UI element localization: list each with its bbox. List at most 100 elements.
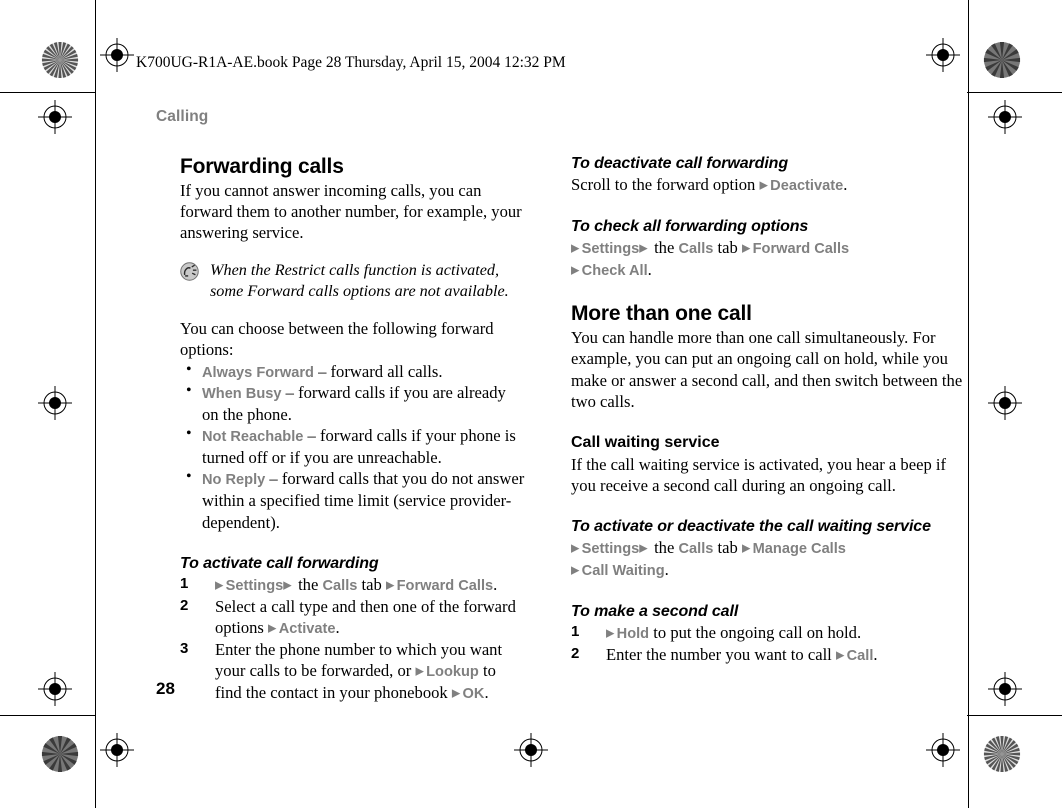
bullet-icon: • — [186, 360, 192, 378]
ui-term: Settings — [581, 541, 640, 558]
task-heading-activate-call-forwarding: To activate call forwarding — [180, 554, 379, 572]
arrow-icon: ▶ — [571, 542, 582, 555]
bullet-icon: • — [186, 468, 192, 486]
ui-term: OK — [462, 685, 485, 702]
more-than-one-call-intro: You can handle more than one call simult… — [571, 327, 963, 411]
step-text: Select a call type and then one of the f… — [215, 597, 516, 637]
arrow-icon: ▶ — [741, 542, 753, 555]
note-restrict-calls: When the Restrict calls function is acti… — [180, 260, 525, 301]
ui-term: Call Waiting — [581, 563, 665, 580]
text-run: the — [293, 574, 323, 594]
ui-term: Lookup — [426, 664, 479, 681]
right-column: To deactivate call forwarding Scroll to … — [571, 155, 963, 665]
step-number: 3 — [180, 639, 189, 657]
ui-term: Settings — [225, 577, 284, 594]
ui-term: Calls — [322, 577, 358, 594]
step-number: 1 — [571, 622, 580, 640]
ui-term: Deactivate — [770, 178, 844, 195]
steps-activate-call-forwarding: 1 ▶ Settings▶ the Calls tab ▶ Forward Ca… — [180, 574, 525, 704]
bullet-icon: • — [186, 382, 192, 400]
step-text: Enter the phone number to which you want… — [215, 640, 502, 702]
arrow-icon: ▶ — [639, 242, 650, 255]
arrow-icon: ▶ — [571, 564, 582, 577]
task-heading-check-all-forwarding-options: To check all forwarding options — [571, 217, 809, 235]
list-item: • Not Reachable – forward calls if your … — [180, 425, 525, 468]
task-heading-activate-deactivate-call-waiting: To activate or deactivate the call waiti… — [571, 518, 931, 536]
bullet-icon: • — [186, 425, 192, 443]
ui-term: Calls — [678, 541, 714, 558]
list-item: • When Busy – forward calls if you are a… — [180, 382, 525, 425]
deactivate-instruction: Scroll to the forward option ▶ Deactivat… — [571, 174, 963, 196]
text-run: . — [664, 560, 669, 580]
list-item: • Always Forward – forward all calls. — [180, 361, 525, 383]
steps-make-a-second-call: 1 ▶ Hold to put the ongoing call on hold… — [571, 622, 963, 666]
document-page: K700UG-R1A-AE.book Page 28 Thursday, Apr… — [0, 0, 1062, 808]
section-heading-forwarding-calls: Forwarding calls — [180, 155, 344, 178]
subsection-heading-call-waiting-service: Call waiting service — [571, 434, 720, 452]
text-run: the — [649, 538, 679, 558]
forwarding-calls-intro: If you cannot answer incoming calls, you… — [180, 180, 522, 243]
text-run: Select a call type and then one of the f… — [215, 596, 516, 637]
step-number: 2 — [571, 644, 580, 662]
text-run: . — [843, 175, 848, 195]
left-column: Forwarding calls If you cannot answer in… — [180, 155, 525, 704]
arrow-icon: ▶ — [385, 579, 397, 592]
option-term: Always Forward — [202, 364, 314, 381]
arrow-icon: ▶ — [415, 665, 427, 678]
ui-term: Call — [846, 647, 874, 664]
list-item: 2 Select a call type and then one of the… — [180, 596, 525, 639]
call-waiting-service-intro: If the call waiting service is activated… — [571, 454, 947, 495]
option-desc: – forward all calls. — [318, 361, 443, 381]
option-term: Not Reachable — [202, 429, 304, 446]
text-run: Scroll to the forward option — [571, 175, 760, 195]
task-heading-make-a-second-call: To make a second call — [571, 602, 739, 620]
section-heading-more-than-one-call: More than one call — [571, 302, 752, 326]
option-term: No Reply — [202, 472, 266, 489]
arrow-icon: ▶ — [451, 687, 463, 700]
print-header-text: K700UG-R1A-AE.book Page 28 Thursday, Apr… — [136, 54, 566, 71]
ui-term: Activate — [278, 620, 336, 637]
tip-note-icon — [180, 262, 199, 282]
arrow-icon: ▶ — [268, 622, 279, 635]
arrow-icon: ▶ — [741, 242, 753, 255]
text-run: . — [647, 259, 652, 279]
arrow-icon: ▶ — [639, 542, 650, 555]
ui-term: Hold — [616, 625, 650, 642]
text-run: tab — [713, 538, 742, 558]
arrow-icon: ▶ — [835, 649, 847, 662]
list-item: 1 ▶ Settings▶ the Calls tab ▶ Forward Ca… — [180, 574, 525, 596]
arrow-icon: ▶ — [215, 579, 226, 592]
list-item: 3 Enter the phone number to which you wa… — [180, 639, 525, 704]
page-number: 28 — [156, 679, 175, 698]
text-run: Enter the number you want to call — [606, 644, 836, 664]
ui-term: Forward Calls — [396, 577, 494, 594]
ui-term: Calls — [678, 240, 714, 257]
list-item: 2 Enter the number you want to call ▶ Ca… — [571, 644, 963, 666]
arrow-icon: ▶ — [759, 179, 771, 192]
ui-term: Manage Calls — [752, 541, 846, 558]
step-text: Enter the number you want to call ▶ Call… — [606, 645, 878, 664]
step-text: ▶ Settings▶ the Calls tab ▶ Forward Call… — [215, 575, 497, 594]
text-run: . — [335, 617, 340, 637]
text-run: the — [649, 237, 679, 257]
call-waiting-instruction: ▶ Settings▶ the Calls tab ▶ Manage Calls… — [571, 537, 963, 581]
text-run: . — [493, 574, 498, 594]
step-number: 1 — [180, 574, 189, 592]
option-term: When Busy — [202, 386, 282, 403]
text-run: . — [484, 682, 489, 702]
step-number: 2 — [180, 596, 189, 614]
forward-options-list: • Always Forward – forward all calls. • … — [180, 361, 525, 533]
arrow-icon: ▶ — [283, 579, 294, 592]
ui-term: Forward Calls — [752, 240, 850, 257]
list-item: • No Reply – forward calls that you do n… — [180, 468, 525, 532]
arrow-icon: ▶ — [571, 264, 582, 277]
ui-term: Settings — [581, 240, 640, 257]
text-run: tab — [713, 237, 742, 257]
task-heading-deactivate-call-forwarding: To deactivate call forwarding — [571, 155, 789, 172]
arrow-icon: ▶ — [571, 242, 582, 255]
list-item: 1 ▶ Hold to put the ongoing call on hold… — [571, 622, 963, 644]
check-all-instruction: ▶ Settings▶ the Calls tab ▶ Forward Call… — [571, 237, 963, 281]
ui-term: Check All — [581, 262, 648, 279]
options-intro: You can choose between the following for… — [180, 318, 494, 360]
step-text: ▶ Hold to put the ongoing call on hold. — [606, 623, 861, 642]
